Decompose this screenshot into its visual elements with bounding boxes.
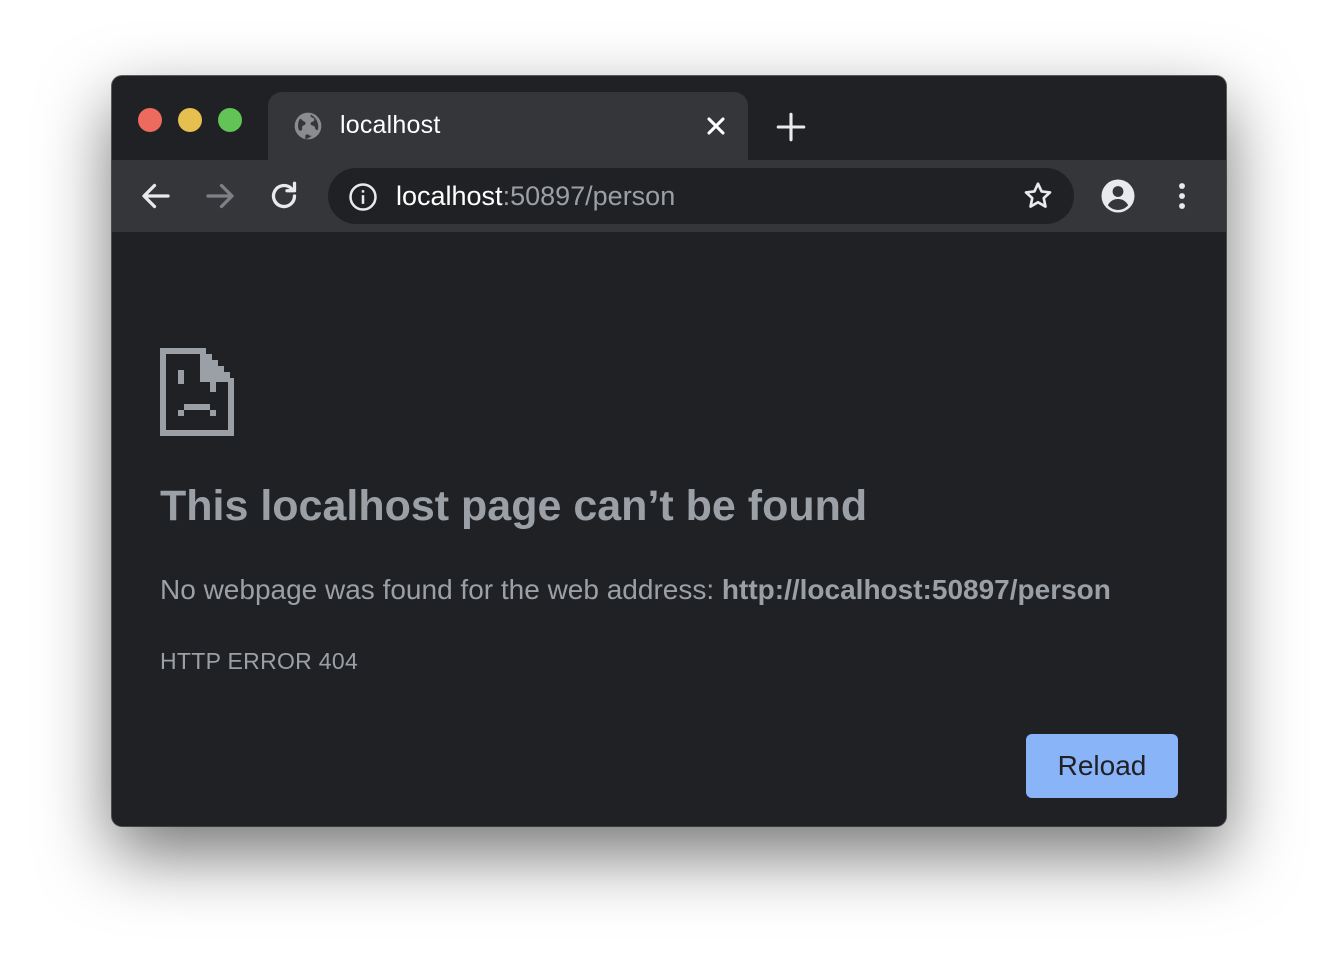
url-text[interactable]: localhost:50897/person [396,181,675,212]
close-window-button[interactable] [138,108,162,132]
error-description: No webpage was found for the web address… [160,574,1111,606]
toolbar: localhost:50897/person [112,160,1226,232]
description-text: No webpage was found for the web address… [160,574,722,605]
minimize-window-button[interactable] [178,108,202,132]
sad-page-icon [160,348,234,436]
page-content: This localhost page can’t be found No we… [112,232,1226,826]
browser-window: localhost localhost:50897/person This lo… [112,76,1226,826]
error-code: HTTP ERROR 404 [160,648,359,674]
tab-title: localhost [340,111,441,139]
url-host: localhost [396,181,503,211]
reload-button[interactable]: Reload [1026,734,1178,798]
maximize-window-button[interactable] [218,108,242,132]
page-title: This localhost page can’t be found [160,482,868,530]
arrow-left-icon[interactable] [138,178,174,214]
globe-icon [294,112,322,140]
reload-icon[interactable] [266,178,302,214]
tab-strip: localhost [112,76,1226,160]
new-tab-plus-icon[interactable] [774,110,808,144]
url-path: :50897/person [502,181,676,211]
account-circle-icon[interactable] [1100,178,1136,214]
kebab-menu-icon[interactable] [1166,178,1198,214]
description-url: http://localhost:50897/person [721,574,1111,605]
close-icon[interactable] [702,112,730,140]
address-bar[interactable]: localhost:50897/person [328,168,1074,224]
arrow-right-icon[interactable] [202,178,238,214]
info-icon[interactable] [348,182,378,212]
star-icon[interactable] [1022,180,1054,212]
tab-localhost[interactable]: localhost [268,92,748,160]
